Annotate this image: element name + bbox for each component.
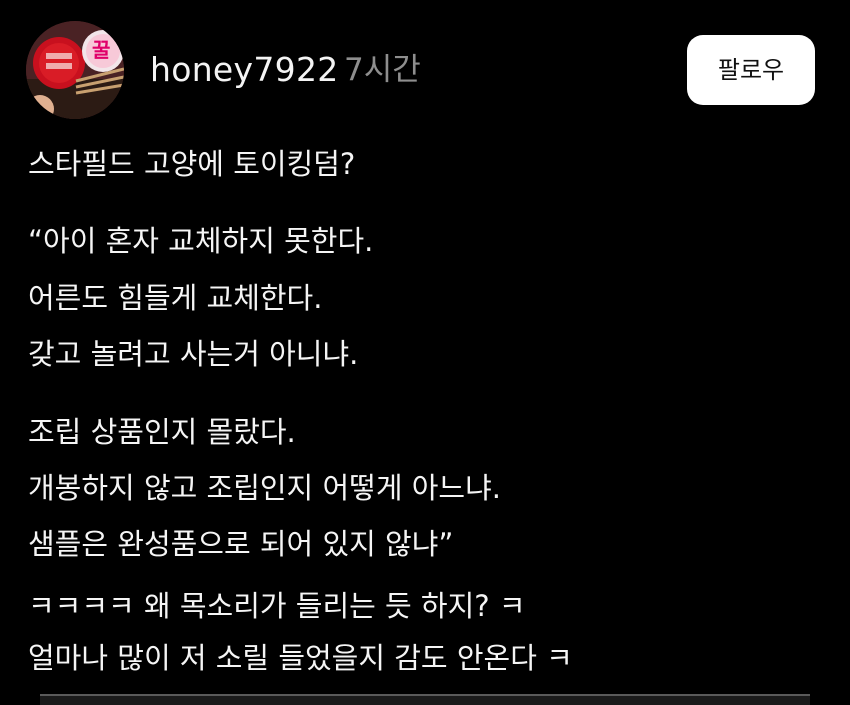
text-line: 샘플은 완성품으로 되어 있지 않냐” <box>28 527 454 561</box>
avatar[interactable]: 꿀 <box>26 21 124 119</box>
text-line: 조립 상품인지 몰랐다. <box>28 415 296 449</box>
text-line: “아이 혼자 교체하지 못한다. <box>28 224 374 258</box>
follow-button[interactable]: 팔로우 <box>687 35 815 105</box>
text-line: 개봉하지 않고 조립인지 어떻게 아느냐. <box>28 471 501 505</box>
thread-post: 꿀 honey7922 7시간 팔로우 스타필드 고양에 토이킹덤? “아이 혼… <box>0 0 850 705</box>
text-line: 어른도 힘들게 교체한다. <box>28 281 323 315</box>
post-timestamp: 7시간 <box>344 52 421 88</box>
post-header: 꿀 honey7922 7시간 팔로우 <box>0 0 850 140</box>
text-line: 갖고 놀려고 사는거 아니냐. <box>28 337 359 371</box>
text-line: ㅋㅋㅋㅋ 왜 목소리가 들리는 듯 하지? ㅋ <box>28 589 526 623</box>
media-preview-edge[interactable] <box>40 694 810 705</box>
avatar-text: 꿀 <box>92 38 111 62</box>
username-link[interactable]: honey7922 <box>150 46 339 94</box>
post-title: 스타필드 고양에 토이킹덤? <box>28 147 356 181</box>
text-line: 얼마나 많이 저 소릴 들었을지 감도 안온다 ㅋ <box>28 641 573 675</box>
